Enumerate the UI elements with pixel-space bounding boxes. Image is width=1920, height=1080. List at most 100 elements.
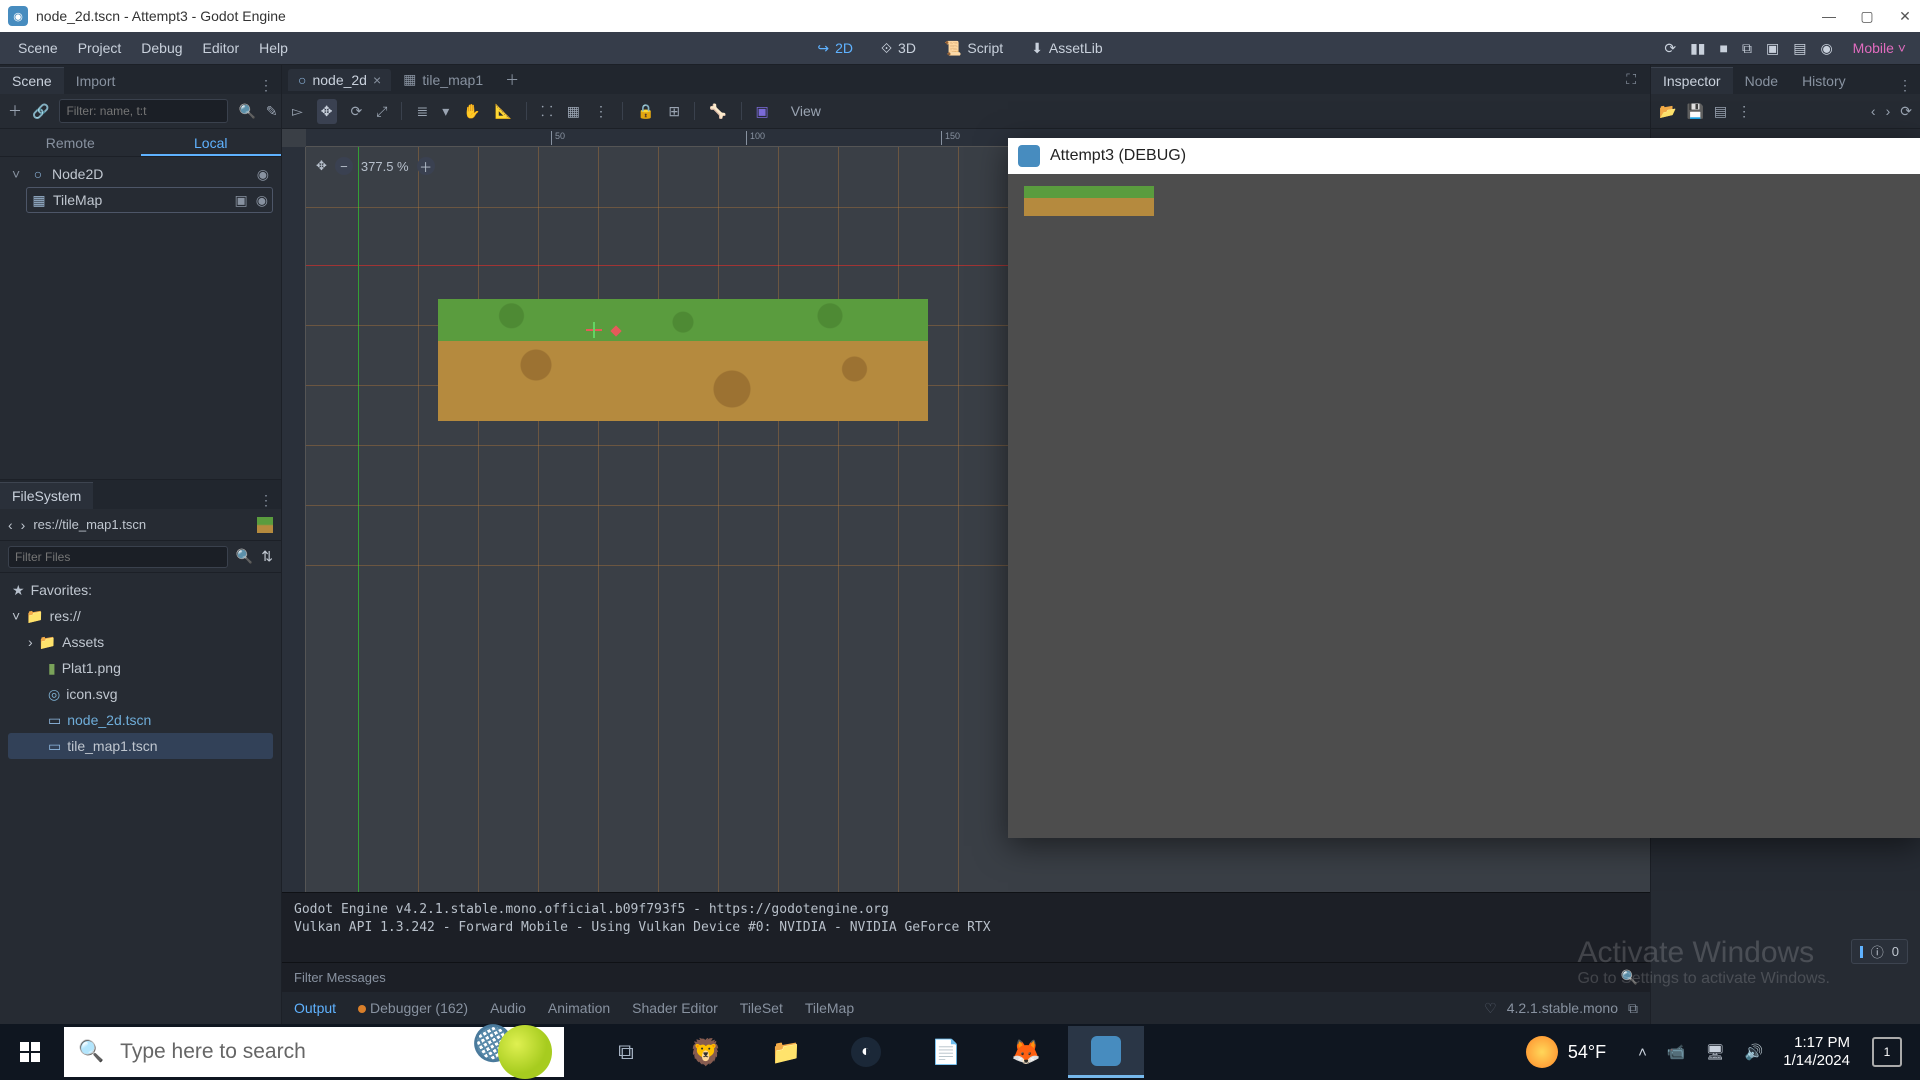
transform-cross-y-icon[interactable] — [593, 322, 595, 338]
fs-sort-icon[interactable]: ⇅ — [261, 548, 273, 565]
lock-select-icon[interactable]: ▾ — [442, 103, 449, 120]
bottom-tab-tilemap[interactable]: TileMap — [805, 1000, 854, 1016]
tray-chevron-icon[interactable]: ˄ — [1630, 1044, 1655, 1061]
add-node-icon[interactable]: ＋ — [8, 101, 22, 121]
distraction-free-icon[interactable]: ⛶ — [1618, 71, 1644, 88]
chevron-down-icon[interactable]: ˅ — [12, 166, 24, 182]
tab-scene[interactable]: Scene — [0, 67, 64, 94]
visibility-icon[interactable]: ◉ — [257, 166, 269, 183]
fs-file-node2d[interactable]: ▭node_2d.tscn — [8, 707, 273, 733]
close-tab-icon[interactable]: × — [373, 72, 381, 88]
stop-icon[interactable]: ■ — [1720, 40, 1728, 56]
select-mode-icon[interactable]: ▻ — [292, 103, 303, 120]
expand-bottom-icon[interactable]: ⧉ — [1628, 1000, 1638, 1017]
heart-icon[interactable]: ♡ — [1484, 1000, 1497, 1017]
tray-volume-icon[interactable]: 🔊 — [1737, 1043, 1772, 1061]
snap-pixel-icon[interactable]: ⸬ — [541, 102, 553, 121]
taskbar-notepad[interactable]: 📄 — [908, 1026, 984, 1078]
fs-prev-icon[interactable]: ‹ — [8, 517, 13, 533]
workspace-assetlib[interactable]: ⬇AssetLib — [1021, 36, 1112, 61]
filter-messages-input[interactable]: Filter Messages — [294, 970, 1621, 985]
taskbar-weather[interactable]: 54°F — [1526, 1036, 1606, 1068]
zoom-in-icon[interactable]: ＋ — [417, 157, 435, 175]
fs-next-icon[interactable]: › — [21, 517, 26, 533]
zoom-label[interactable]: 377.5 % — [361, 159, 409, 174]
tab-inspector[interactable]: Inspector — [1651, 67, 1733, 94]
taskbar-explorer[interactable]: 📁 — [748, 1026, 824, 1078]
tray-network-icon[interactable]: 🖥 — [1698, 1043, 1733, 1061]
scale-mode-icon[interactable]: ⤢ — [376, 103, 387, 120]
remote-debug-icon[interactable]: ⧉ — [1742, 40, 1752, 57]
workspace-2d[interactable]: ↪2D — [807, 36, 863, 61]
history-menu-icon[interactable]: ⟳ — [1900, 103, 1912, 120]
close-icon[interactable]: ✕ — [1898, 9, 1912, 23]
fs-dock-more-icon[interactable]: ⋮ — [251, 492, 281, 509]
maximize-icon[interactable]: ▢ — [1860, 9, 1874, 23]
history-prev-icon[interactable]: ‹ — [1871, 103, 1876, 120]
fs-file-tilemap1[interactable]: ▭tile_map1.tscn — [8, 733, 273, 759]
menu-project[interactable]: Project — [68, 36, 132, 60]
tab-import[interactable]: Import — [64, 68, 128, 94]
tree-node-root[interactable]: ˅ ○ Node2D ◉ — [8, 161, 273, 187]
save-icon[interactable]: 💾 — [1686, 103, 1703, 120]
fs-root[interactable]: ˅📁res:// — [8, 603, 273, 629]
taskbar-gimp[interactable]: 🦊 — [988, 1026, 1064, 1078]
play-scene-icon[interactable]: ▣ — [1766, 40, 1779, 57]
script-toggle-icon[interactable]: ✎ — [266, 103, 278, 120]
remote-tab[interactable]: Remote — [0, 129, 141, 156]
menu-scene[interactable]: Scene — [8, 36, 68, 60]
lock-icon[interactable]: 🔒 — [637, 103, 654, 120]
view-menu[interactable]: View — [783, 101, 829, 121]
workspace-script[interactable]: 📜Script — [934, 36, 1013, 61]
play-project-icon[interactable]: ⟳ — [1664, 40, 1676, 57]
bottom-tab-tileset[interactable]: TileSet — [740, 1000, 783, 1016]
tab-history[interactable]: History — [1790, 68, 1858, 94]
list-select-icon[interactable]: ≣ — [416, 103, 428, 120]
chevron-right-icon[interactable]: › — [28, 634, 33, 650]
history-next-icon[interactable]: › — [1886, 103, 1891, 120]
taskbar-clock[interactable]: 1:17 PM 1/14/2024 — [1783, 1034, 1850, 1070]
game-viewport[interactable] — [1008, 174, 1920, 838]
menu-debug[interactable]: Debug — [131, 36, 192, 60]
link-icon[interactable]: 🔗 — [32, 103, 49, 120]
renderer-dropdown[interactable]: Mobile ˅ — [1847, 40, 1912, 56]
search-icon[interactable]: 🔍 — [236, 548, 253, 565]
bottom-tab-debugger[interactable]: Debugger (162) — [358, 1000, 468, 1016]
tilemap-sprite[interactable] — [438, 299, 928, 421]
snap-more-icon[interactable]: ⋮ — [594, 103, 608, 120]
play-custom-icon[interactable]: ▤ — [1793, 40, 1806, 57]
fs-filter-input[interactable] — [8, 546, 228, 568]
tab-filesystem[interactable]: FileSystem — [0, 482, 93, 509]
taskbar-search[interactable]: 🔍 Type here to search — [64, 1027, 564, 1077]
disk-icon[interactable]: ▤ — [1714, 103, 1727, 120]
scene-tab-node2d[interactable]: ○node_2d× — [288, 69, 391, 91]
info-badge[interactable]: ⓘ0 — [1851, 939, 1908, 964]
inspect-more-icon[interactable]: ⋮ — [1737, 103, 1751, 120]
fs-favorites[interactable]: ★Favorites: — [8, 577, 273, 603]
rotate-mode-icon[interactable]: ⟳ — [351, 103, 363, 120]
running-game-window[interactable]: Attempt3 (DEBUG) — [1008, 138, 1920, 838]
scene-instance-icon[interactable]: ▣ — [235, 192, 248, 209]
tree-node-tilemap[interactable]: ▦ TileMap ▣◉ — [26, 187, 273, 213]
new-scene-tab-icon[interactable]: ＋ — [495, 67, 529, 93]
fs-path[interactable]: res://tile_map1.tscn — [33, 517, 249, 532]
movie-icon[interactable]: ◉ — [1820, 40, 1832, 57]
visibility-icon[interactable]: ◉ — [256, 192, 268, 209]
taskbar-steam[interactable]: ◐ — [828, 1026, 904, 1078]
bottom-tab-output[interactable]: Output — [294, 1000, 336, 1016]
chevron-down-icon[interactable]: ˅ — [12, 608, 20, 624]
pause-icon[interactable]: ▮▮ — [1690, 40, 1705, 57]
taskbar-notifications[interactable]: 1 — [1872, 1037, 1902, 1067]
move-mode-icon[interactable]: ✥ — [317, 99, 337, 124]
bottom-tab-animation[interactable]: Animation — [548, 1000, 610, 1016]
inspect-more-icon[interactable]: ⋮ — [1890, 77, 1920, 94]
minimize-icon[interactable]: — — [1822, 9, 1836, 23]
fs-file-icon[interactable]: ◎icon.svg — [8, 681, 273, 707]
dock-more-icon[interactable]: ⋮ — [251, 77, 281, 94]
tray-meet-icon[interactable]: 📹 — [1659, 1043, 1694, 1061]
fs-file-plat1[interactable]: ▮Plat1.png — [8, 655, 273, 681]
taskbar-brave[interactable]: 🦁 — [668, 1026, 744, 1078]
group-icon[interactable]: ⊞ — [668, 103, 680, 120]
ruler-mode-icon[interactable]: 📐 — [495, 103, 512, 120]
bone-icon[interactable]: 🦴 — [709, 103, 726, 120]
